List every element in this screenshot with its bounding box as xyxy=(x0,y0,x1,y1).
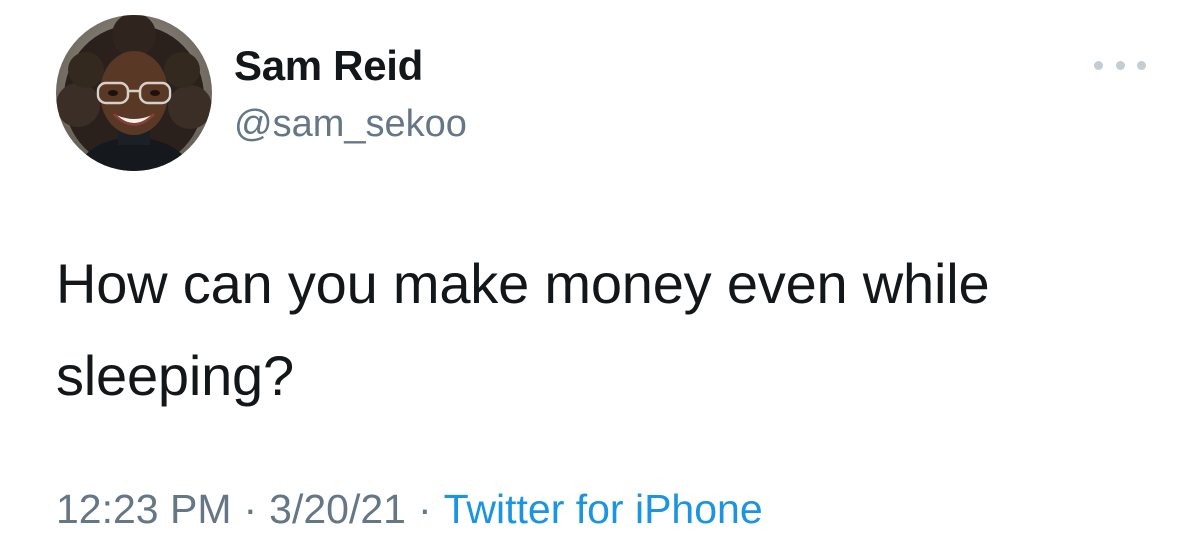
tweet-card: Sam Reid @sam_sekoo How can you make mon… xyxy=(0,0,1200,557)
display-name[interactable]: Sam Reid xyxy=(234,40,467,92)
meta-separator: · xyxy=(243,486,258,532)
avatar[interactable] xyxy=(56,15,212,171)
tweet-source-link[interactable]: Twitter for iPhone xyxy=(444,486,763,532)
tweet-text: How can you make money even while sleepi… xyxy=(56,252,990,407)
profile-photo-icon xyxy=(56,15,212,171)
more-options-icon xyxy=(1137,60,1146,70)
tweet-meta: 12:23 PM · 3/20/21 · Twitter for iPhone xyxy=(56,484,763,534)
user-handle[interactable]: @sam_sekoo xyxy=(234,100,467,148)
tweet-date[interactable]: 3/20/21 xyxy=(269,486,406,532)
meta-separator: · xyxy=(417,486,432,532)
more-options-button[interactable] xyxy=(1094,52,1146,78)
author-block: Sam Reid @sam_sekoo xyxy=(234,40,467,148)
more-options-icon xyxy=(1094,60,1103,70)
more-options-icon xyxy=(1115,60,1125,70)
tweet-time[interactable]: 12:23 PM xyxy=(56,486,232,532)
